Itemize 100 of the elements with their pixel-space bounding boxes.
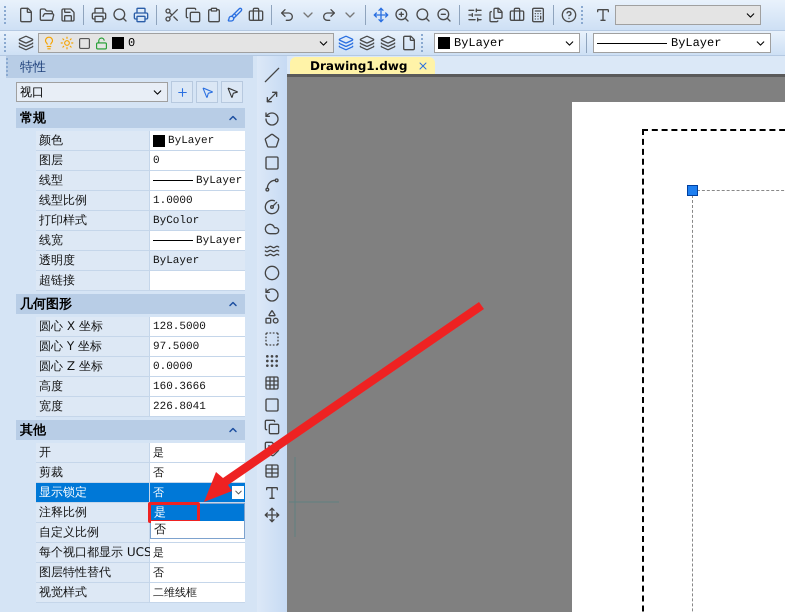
files-icon[interactable] — [487, 6, 505, 24]
value-cell[interactable]: 1.0000 — [150, 191, 245, 211]
property-label: 自定义比例 — [36, 523, 150, 543]
block-icon[interactable] — [263, 330, 281, 348]
section-header[interactable]: 常规 — [16, 108, 245, 128]
document-tab[interactable]: Drawing1.dwg — [290, 57, 436, 74]
section-header[interactable]: 其他 — [16, 420, 245, 440]
value-cell[interactable]: 97.5000 — [150, 337, 245, 357]
circle-icon[interactable] — [263, 198, 281, 216]
help-icon[interactable] — [560, 6, 578, 24]
preview-icon[interactable] — [111, 6, 129, 24]
object-type-select[interactable]: 视口 — [16, 82, 168, 102]
save-icon[interactable] — [59, 6, 77, 24]
layers-icon[interactable] — [379, 34, 397, 52]
grip-handle[interactable] — [687, 185, 698, 196]
panel-title: 特性 — [20, 59, 46, 76]
polyline-icon[interactable] — [263, 110, 281, 128]
value-cell[interactable]: 0.0000 — [150, 357, 245, 377]
property-label: 线型比例 — [36, 191, 150, 211]
plus-icon — [176, 86, 188, 98]
arc-icon[interactable] — [263, 176, 281, 194]
select-objects-button[interactable] — [196, 81, 218, 103]
table-icon[interactable] — [263, 462, 281, 480]
property-label: 视觉样式 — [36, 583, 150, 603]
add-selection-button[interactable] — [171, 81, 193, 103]
line-icon[interactable] — [263, 66, 281, 84]
rectangle-icon[interactable] — [263, 154, 281, 172]
document-icon[interactable] — [400, 34, 418, 52]
value-cell[interactable]: 否 — [150, 563, 245, 583]
ucs-icon — [289, 457, 339, 537]
property-label: 圆心 Z 坐标 — [36, 357, 150, 377]
shapes-icon[interactable] — [263, 308, 281, 326]
value-cell[interactable]: ByLayer — [150, 251, 245, 271]
value-cell[interactable]: ByLayer — [150, 171, 245, 191]
undo-icon[interactable] — [278, 6, 296, 24]
redo-icon[interactable] — [320, 6, 338, 24]
section-header[interactable]: 几何图形 — [16, 294, 245, 314]
value-cell[interactable]: 226.8041 — [150, 397, 245, 417]
color-combo[interactable]: ByLayer — [434, 33, 580, 53]
sliders-icon[interactable] — [466, 6, 484, 24]
color-swatch — [153, 134, 165, 146]
value-cell[interactable]: 是 — [150, 543, 245, 563]
cut-icon[interactable] — [163, 6, 181, 24]
pentagon-icon[interactable] — [263, 132, 281, 150]
value-cell[interactable]: 二维线框 — [150, 583, 245, 603]
property-label: 打印样式 — [36, 211, 150, 231]
tag-icon[interactable] — [263, 440, 281, 458]
property-label: 圆心 Y 坐标 — [36, 337, 150, 357]
brush-icon[interactable] — [226, 6, 244, 24]
property-label: 图层 — [36, 151, 150, 171]
ellipse-arc-icon[interactable] — [263, 286, 281, 304]
copy-icon[interactable] — [184, 6, 202, 24]
property-label: 透明度 — [36, 251, 150, 271]
value-cell[interactable]: ByColor — [150, 211, 245, 231]
value-cell[interactable] — [150, 271, 245, 291]
hatch-icon[interactable] — [263, 374, 281, 392]
zoom-out-icon[interactable] — [435, 6, 453, 24]
copy-icon[interactable] — [263, 418, 281, 436]
layers-icon[interactable] — [358, 34, 376, 52]
move-icon[interactable] — [263, 506, 281, 524]
pan-icon[interactable] — [372, 6, 390, 24]
line-sample — [153, 240, 193, 241]
ellipse-icon[interactable] — [263, 264, 281, 282]
plot-icon[interactable] — [132, 6, 150, 24]
value-cell[interactable]: 是 — [150, 443, 245, 463]
open-folder-icon[interactable] — [38, 6, 56, 24]
property-label: 高度 — [36, 377, 150, 397]
value-cell[interactable]: ByLayer — [150, 231, 245, 251]
print-icon[interactable] — [90, 6, 108, 24]
new-file-icon[interactable] — [17, 6, 35, 24]
value-cell[interactable]: 160.3666 — [150, 377, 245, 397]
calculator-icon[interactable] — [529, 6, 547, 24]
value-cell[interactable]: ByLayer — [150, 131, 245, 151]
linetype-combo[interactable]: ByLayer — [593, 33, 771, 53]
toolbox-icon[interactable] — [247, 6, 265, 24]
layers-icon[interactable] — [337, 34, 355, 52]
pointer-icon — [200, 86, 214, 98]
layer-combo[interactable]: 0 — [38, 33, 334, 53]
color-swatch — [112, 37, 124, 49]
property-label: 圆心 X 坐标 — [36, 317, 150, 337]
quick-select-button[interactable] — [221, 81, 243, 103]
unlock-icon[interactable] — [95, 36, 108, 50]
close-icon[interactable] — [417, 60, 430, 72]
layers-icon[interactable] — [17, 34, 35, 52]
property-label: 线宽 — [36, 231, 150, 251]
property-label: 剪裁 — [36, 463, 150, 483]
value-cell[interactable]: 128.5000 — [150, 317, 245, 337]
text-style-icon[interactable] — [594, 6, 612, 24]
square-icon[interactable] — [78, 36, 91, 50]
toolbox-icon[interactable] — [508, 6, 526, 24]
paste-icon[interactable] — [205, 6, 223, 24]
property-label: 颜色 — [36, 131, 150, 151]
value-cell[interactable]: 0 — [150, 151, 245, 171]
grip-icon[interactable] — [263, 352, 281, 370]
property-label: 开 — [36, 443, 150, 463]
chevron-icon[interactable] — [232, 486, 244, 499]
zoom-in-icon[interactable] — [393, 6, 411, 24]
region-icon[interactable] — [263, 396, 281, 414]
text-icon[interactable] — [263, 484, 281, 502]
zoom-icon[interactable] — [414, 6, 432, 24]
